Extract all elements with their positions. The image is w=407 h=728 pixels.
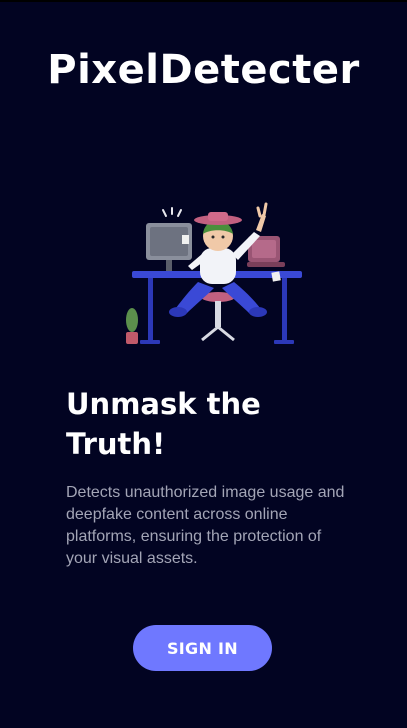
description: Detects unauthorized image usage and dee…: [66, 484, 345, 567]
top-border: [0, 0, 407, 2]
plant-pot: [126, 332, 138, 344]
plant-leaves: [126, 308, 138, 332]
person-at-desk-illustration: [114, 180, 302, 348]
sign-in-button[interactable]: SIGN IN: [133, 625, 272, 671]
desk-leg-left: [148, 278, 153, 344]
person-torso: [200, 248, 236, 284]
monitor-stand: [166, 260, 172, 271]
app-title: PixelDetecter: [47, 47, 360, 93]
desk-foot-right: [274, 340, 294, 344]
headline: Unmask the Truth!: [66, 387, 261, 461]
desk-foot-left: [140, 340, 160, 344]
desk-leg-right: [282, 278, 287, 344]
chair-post: [215, 301, 221, 327]
